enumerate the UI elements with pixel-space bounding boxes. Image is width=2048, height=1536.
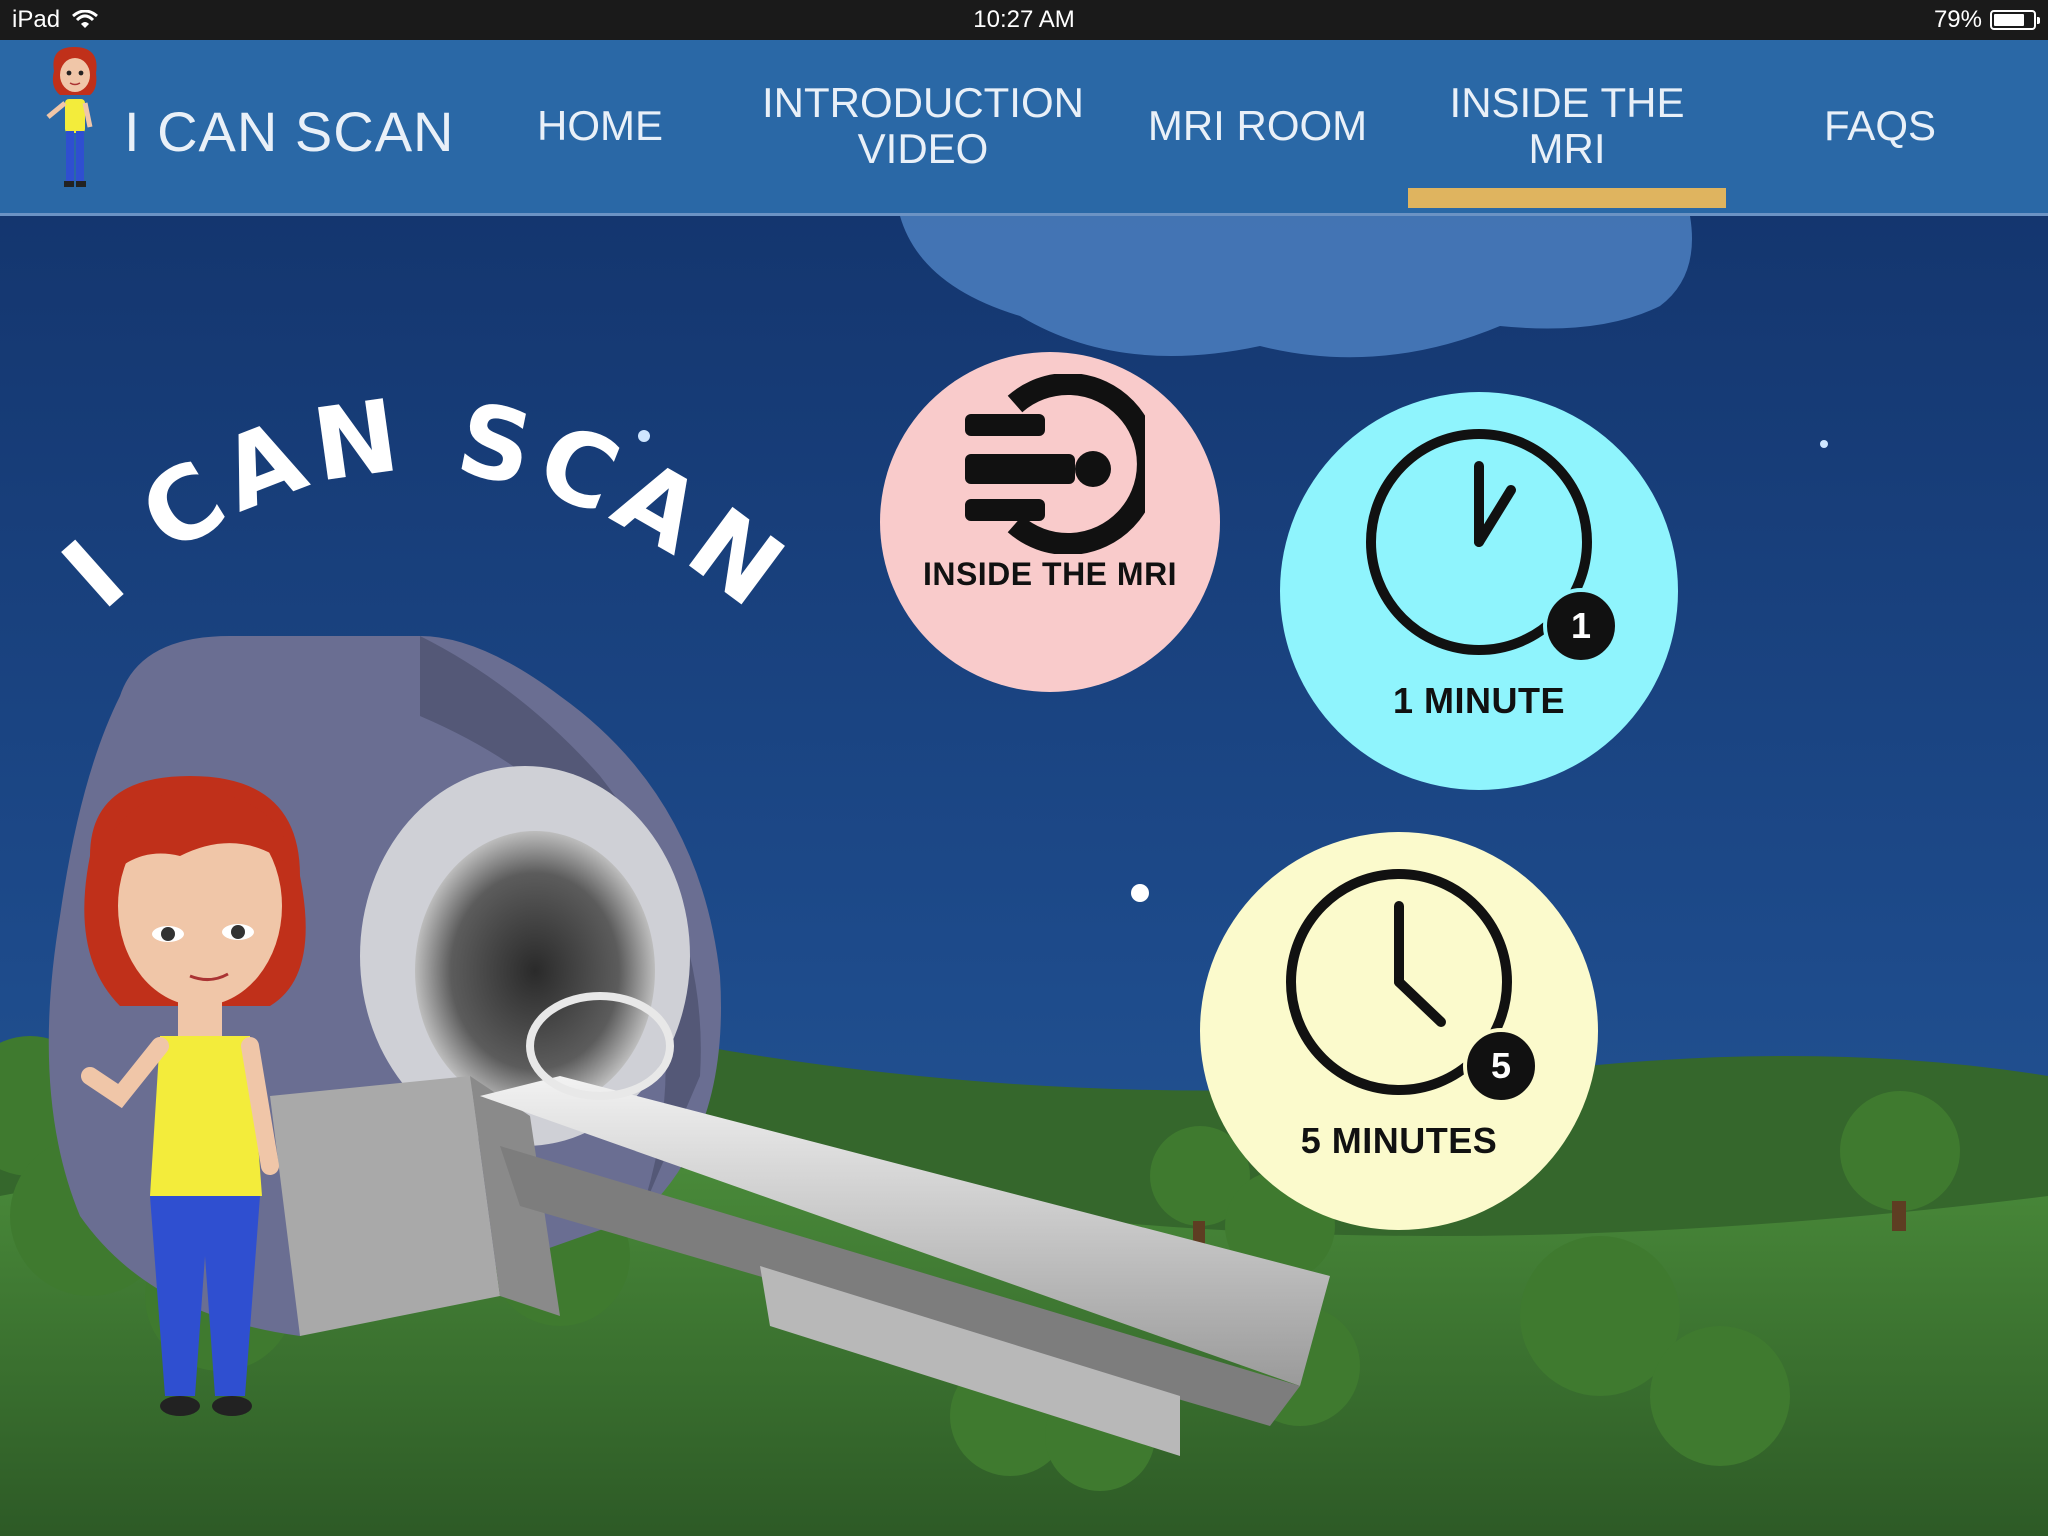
battery-icon bbox=[1990, 10, 2040, 30]
scene: I CAN SCAN INSIDE THE MRI 1 1 MINUTE 5 5… bbox=[0, 216, 2048, 1536]
one-minute-label: 1 MINUTE bbox=[1392, 680, 1565, 721]
hero-title: I CAN SCAN bbox=[41, 376, 811, 634]
brand-title: I CAN SCAN bbox=[124, 99, 455, 163]
nav-introduction-video[interactable]: INTRODUCTION VIDEO bbox=[748, 40, 1098, 212]
nav-mri-room[interactable]: MRI ROOM bbox=[1120, 40, 1395, 212]
inside-the-mri-button[interactable]: INSIDE THE MRI bbox=[880, 352, 1220, 692]
five-minutes-button[interactable]: 5 5 MINUTES bbox=[1200, 832, 1598, 1230]
minute-badge: 5 bbox=[1463, 1028, 1539, 1104]
mascot-icon bbox=[46, 47, 97, 187]
nav-home[interactable]: HOME bbox=[500, 40, 700, 212]
nav-inside-the-mri[interactable]: INSIDE THE MRI bbox=[1408, 40, 1726, 212]
mri-scanner-icon bbox=[965, 374, 1145, 554]
one-minute-button[interactable]: 1 1 MINUTE bbox=[1280, 392, 1678, 790]
battery-percent: 79% bbox=[1933, 6, 1982, 33]
inside-the-mri-label: INSIDE THE MRI bbox=[922, 556, 1178, 592]
minute-badge: 1 bbox=[1543, 588, 1619, 664]
svg-text:I CAN SCAN: I CAN SCAN bbox=[41, 376, 811, 634]
nav-faqs[interactable]: FAQS bbox=[1790, 40, 1970, 212]
status-bar: iPad 10:27 AM 79% bbox=[0, 0, 2048, 40]
top-nav: I CAN SCAN HOME INTRODUCTION VIDEO MRI R… bbox=[0, 40, 2048, 216]
brand-home-link[interactable]: I CAN SCAN bbox=[40, 40, 455, 216]
five-minutes-label: 5 MINUTES bbox=[1300, 1120, 1498, 1161]
status-time: 10:27 AM bbox=[973, 6, 1075, 33]
